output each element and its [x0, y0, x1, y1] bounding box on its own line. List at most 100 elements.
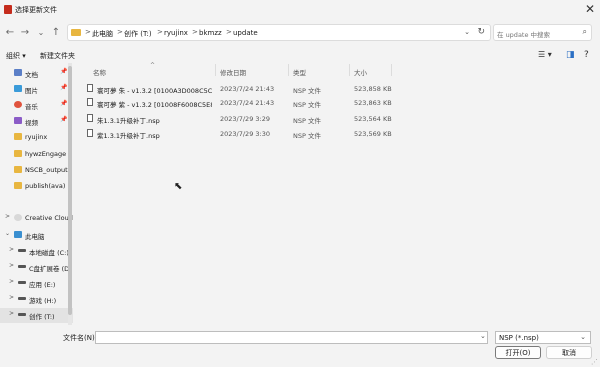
- sidebar-item-drive-h[interactable]: > 游戏 (H:): [0, 292, 73, 307]
- sidebar-item-documents[interactable]: 文档 📌: [0, 66, 73, 81]
- file-name: 寰可夢 朱 - v1.3.2 [0100A3D008C5C80...: [97, 87, 212, 95]
- sidebar-item-label: C盘扩展卷 (D:: [29, 265, 72, 273]
- table-row[interactable]: 朱1.3.1升级补丁.nsp 2023/7/29 3:29 NSP 文件 523…: [84, 113, 394, 126]
- column-header-type[interactable]: 类型: [293, 67, 306, 77]
- breadcrumb-update[interactable]: update: [233, 29, 258, 37]
- filename-dropdown-icon[interactable]: ⌄: [480, 332, 486, 340]
- file-size: 523,569 KB: [354, 130, 392, 138]
- address-dropdown-icon[interactable]: ⌄: [464, 28, 470, 36]
- table-row[interactable]: 紫1.3.1升级补丁.nsp 2023/7/29 3:30 NSP 文件 523…: [84, 128, 394, 141]
- column-divider[interactable]: [349, 64, 350, 76]
- chevron-right-icon[interactable]: >: [9, 294, 14, 301]
- breadcrumb-ryujinx[interactable]: ryujinx: [164, 29, 188, 37]
- address-bar[interactable]: > 此电脑 > 创作 (T:) > ryujinx > bkmzz > upda…: [67, 24, 491, 41]
- chevron-down-icon[interactable]: ⌄: [5, 230, 10, 237]
- chevron-down-icon[interactable]: ⌄: [580, 333, 586, 341]
- search-input[interactable]: 在 update 中搜索: [497, 29, 550, 39]
- sidebar-item-label: hywzEngage: [25, 150, 67, 158]
- sidebar-item-drive-c[interactable]: > 本地磁盘 (C:): [0, 244, 73, 259]
- chevron-right-icon[interactable]: >: [5, 213, 10, 220]
- preview-pane-icon[interactable]: ◨: [566, 50, 575, 60]
- sidebar-item-pictures[interactable]: 图片 📌: [0, 82, 73, 97]
- file-type-filter[interactable]: NSP (*.nsp) ⌄: [495, 331, 591, 344]
- view-options-icon[interactable]: ☰ ▾: [538, 50, 552, 59]
- folder-icon: [14, 166, 22, 173]
- sidebar-item-music[interactable]: 音乐 📌: [0, 98, 73, 113]
- organize-button[interactable]: 组织 ▾: [6, 51, 26, 61]
- help-icon[interactable]: ?: [584, 50, 589, 60]
- close-icon[interactable]: ✕: [582, 1, 598, 17]
- breadcrumb-drive-t[interactable]: 创作 (T:): [124, 29, 152, 39]
- documents-icon: [14, 69, 22, 76]
- resize-grip-icon[interactable]: ⋰: [591, 358, 598, 366]
- drive-icon: [18, 313, 26, 316]
- sidebar-item-hywzengage[interactable]: hywzEngage: [0, 147, 73, 162]
- sidebar-scrollbar-thumb[interactable]: [68, 66, 72, 315]
- file-date: 2023/7/24 21:43: [220, 85, 275, 93]
- sidebar-item-label: 图片: [25, 87, 38, 95]
- sidebar-item-label: publish(ava): [25, 182, 66, 190]
- file-size: 523,863 KB: [354, 99, 392, 107]
- up-icon[interactable]: ↑: [50, 27, 62, 39]
- chevron-right-icon[interactable]: >: [9, 278, 14, 285]
- sidebar-item-drive-e[interactable]: > 应用 (E:): [0, 276, 73, 291]
- sidebar-item-this-pc[interactable]: ⌄ 此电脑: [0, 228, 73, 243]
- sidebar-item-drive-d[interactable]: > C盘扩展卷 (D:: [0, 260, 73, 275]
- search-icon: ⌕: [582, 27, 587, 36]
- column-header-size[interactable]: 大小: [354, 67, 367, 77]
- new-folder-button[interactable]: 新建文件夹: [40, 51, 75, 61]
- chevron-right-icon[interactable]: >: [9, 262, 14, 269]
- cancel-button[interactable]: 取消: [546, 346, 592, 359]
- column-header-date[interactable]: 修改日期: [220, 67, 246, 77]
- title-bar: 选择更新文件 ✕: [0, 0, 600, 20]
- breadcrumb-this-pc[interactable]: 此电脑: [92, 29, 113, 39]
- sidebar-item-publish-ava[interactable]: publish(ava): [0, 179, 73, 194]
- file-icon: [87, 98, 93, 106]
- sidebar-item-creative-cloud[interactable]: > Creative Cloud: [0, 211, 73, 226]
- sidebar-item-label: 文档: [25, 71, 38, 79]
- file-type-filter-value: NSP (*.nsp): [499, 334, 539, 342]
- sidebar-item-ryujinx[interactable]: ryujinx: [0, 130, 73, 145]
- navigation-pane: 文档 📌 图片 📌 音乐 📌 视频 📌 ryujinx hywzEngage N…: [0, 62, 73, 325]
- filename-input[interactable]: [95, 331, 488, 344]
- chevron-right-icon[interactable]: >: [9, 246, 14, 253]
- file-date: 2023/7/29 3:30: [220, 130, 270, 138]
- chevron-right-icon[interactable]: >: [9, 310, 14, 317]
- recent-locations-icon[interactable]: ⌄: [35, 27, 47, 39]
- table-row[interactable]: 寰可夢 紫 - v1.3.2 [01008F6008C5E80... 2023/…: [84, 97, 394, 110]
- pin-icon: 📌: [60, 100, 68, 107]
- window-title: 选择更新文件: [15, 6, 57, 14]
- refresh-icon[interactable]: ↻: [477, 27, 485, 37]
- mouse-cursor-icon: ⬉: [174, 181, 183, 192]
- breadcrumb-bkmzz[interactable]: bkmzz: [199, 29, 222, 37]
- sidebar-item-label: 此电脑: [25, 233, 45, 241]
- file-date: 2023/7/29 3:29: [220, 115, 270, 123]
- drive-icon: [18, 297, 26, 300]
- column-divider[interactable]: [215, 64, 216, 76]
- sidebar-item-drive-t[interactable]: > 创作 (T:): [0, 308, 73, 323]
- column-divider[interactable]: [288, 64, 289, 76]
- videos-icon: [14, 117, 22, 124]
- search-box[interactable]: 在 update 中搜索 ⌕: [493, 24, 592, 41]
- back-icon[interactable]: ←: [4, 27, 16, 39]
- pictures-icon: [14, 85, 22, 92]
- sidebar-item-label: 应用 (E:): [29, 281, 56, 289]
- folder-icon: [14, 182, 22, 189]
- breadcrumb-separator: >: [117, 28, 123, 36]
- sort-indicator-icon: ^: [150, 62, 156, 69]
- file-icon: [87, 129, 93, 137]
- sidebar-item-videos[interactable]: 视频 📌: [0, 114, 73, 129]
- this-pc-icon: [14, 231, 22, 238]
- file-name: 紫1.3.1升级补丁.nsp: [97, 132, 160, 140]
- sidebar-item-label: Creative Cloud: [25, 214, 73, 222]
- table-row[interactable]: 寰可夢 朱 - v1.3.2 [0100A3D008C5C80... 2023/…: [84, 83, 394, 96]
- drive-icon: [18, 249, 26, 252]
- forward-icon[interactable]: →: [19, 27, 31, 39]
- column-header-name[interactable]: 名称: [93, 67, 106, 77]
- open-button[interactable]: 打开(O): [495, 346, 541, 359]
- sidebar-item-nscb-output[interactable]: NSCB_output: [0, 163, 73, 178]
- column-divider[interactable]: [391, 64, 392, 76]
- file-name: 朱1.3.1升级补丁.nsp: [97, 117, 160, 125]
- file-icon: [87, 114, 93, 122]
- file-name: 寰可夢 紫 - v1.3.2 [01008F6008C5E80...: [97, 101, 212, 109]
